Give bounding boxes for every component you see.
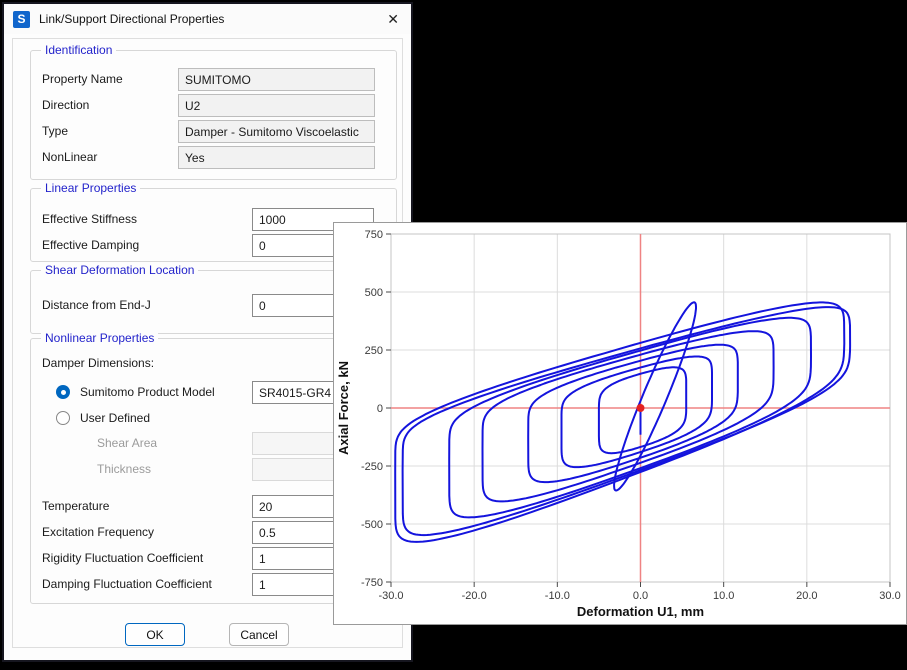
svg-text:0: 0 [377, 403, 383, 415]
direction-field[interactable] [178, 94, 375, 117]
svg-text:-750: -750 [361, 577, 383, 589]
ok-button[interactable]: OK [125, 623, 185, 646]
rigidity-fluctuation-coefficient-label: Rigidity Fluctuation Coefficient [42, 547, 203, 570]
close-icon[interactable]: ✕ [387, 11, 399, 28]
identification-group-label: Identification [41, 43, 116, 57]
dialog-title: Link/Support Directional Properties [39, 12, 224, 26]
damping-fluctuation-coefficient-label: Damping Fluctuation Coefficient [42, 573, 212, 596]
svg-text:-30.0: -30.0 [378, 590, 403, 602]
distance-from-end-j-label: Distance from End-J [42, 294, 151, 317]
property-name-field[interactable] [178, 68, 375, 91]
svg-text:-500: -500 [361, 519, 383, 531]
svg-text:20.0: 20.0 [796, 590, 817, 602]
user-defined-radio[interactable] [56, 411, 70, 425]
thickness-label: Thickness [97, 458, 151, 481]
sumitomo-product-model-radio[interactable] [56, 385, 70, 399]
sumitomo-product-model-label: Sumitomo Product Model [80, 381, 215, 404]
effective-stiffness-label: Effective Stiffness [42, 208, 137, 231]
sap-app-icon: S [13, 11, 30, 28]
svg-text:Deformation U1, mm: Deformation U1, mm [577, 604, 704, 619]
shear-area-label: Shear Area [97, 432, 157, 455]
app-root: S Link/Support Directional Properties ✕ … [0, 0, 907, 670]
damper-dimensions-label: Damper Dimensions: [42, 352, 154, 375]
svg-text:0.0: 0.0 [633, 590, 648, 602]
dialog-titlebar: S Link/Support Directional Properties ✕ [4, 4, 411, 34]
svg-text:-250: -250 [361, 461, 383, 473]
svg-text:10.0: 10.0 [713, 590, 734, 602]
direction-label: Direction [42, 94, 89, 117]
excitation-frequency-label: Excitation Frequency [42, 521, 154, 544]
svg-text:-20.0: -20.0 [462, 590, 487, 602]
linear-properties-group-label: Linear Properties [41, 181, 140, 195]
nonlinear-properties-group-label: Nonlinear Properties [41, 331, 158, 345]
svg-text:750: 750 [365, 229, 383, 241]
temperature-label: Temperature [42, 495, 109, 518]
svg-text:500: 500 [365, 287, 383, 299]
hysteresis-chart: -30.0 -20.0 -10.0 0.0 10.0 20.0 30.0 750 500 250 0… [334, 223, 906, 624]
nonlinear-field[interactable] [178, 146, 375, 169]
property-name-label: Property Name [42, 68, 123, 91]
effective-damping-label: Effective Damping [42, 234, 139, 257]
svg-text:250: 250 [365, 345, 383, 357]
cancel-button[interactable]: Cancel [229, 623, 289, 646]
svg-text:-10.0: -10.0 [545, 590, 570, 602]
svg-text:30.0: 30.0 [879, 590, 900, 602]
user-defined-label: User Defined [80, 407, 150, 430]
nonlinear-label: NonLinear [42, 146, 97, 169]
hysteresis-plot-window: -30.0 -20.0 -10.0 0.0 10.0 20.0 30.0 750 500 250 0… [333, 222, 907, 625]
type-field[interactable] [178, 120, 375, 143]
type-label: Type [42, 120, 68, 143]
shear-deformation-group-label: Shear Deformation Location [41, 263, 198, 277]
svg-text:Axial Force, kN: Axial Force, kN [336, 361, 351, 455]
